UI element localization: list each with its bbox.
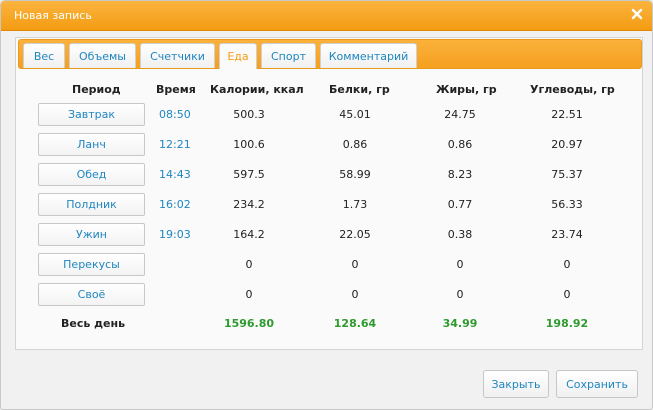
cell-carbs: 23.74 bbox=[551, 228, 583, 241]
tab-counters[interactable]: Счетчики bbox=[140, 43, 215, 68]
total-fats: 34.99 bbox=[442, 317, 478, 330]
tab-volumes[interactable]: Объемы bbox=[69, 43, 136, 68]
total-calories: 1596.80 bbox=[223, 317, 275, 330]
cell-calories: 164.2 bbox=[233, 228, 265, 241]
total-label: Весь день bbox=[61, 317, 126, 330]
cell-calories: 0 bbox=[245, 258, 253, 271]
tab-weight[interactable]: Вес bbox=[23, 43, 65, 68]
header-fats: Жиры, гр bbox=[436, 83, 497, 96]
save-button[interactable]: Сохранить bbox=[556, 370, 638, 398]
cell-proteins: 22.05 bbox=[339, 228, 371, 241]
cell-fats: 0.77 bbox=[447, 198, 473, 211]
cell-fats: 0.86 bbox=[447, 138, 473, 151]
meal-button[interactable]: Полдник bbox=[38, 193, 145, 216]
meal-time-link[interactable]: 14:43 bbox=[159, 168, 191, 181]
cell-fats: 8.23 bbox=[447, 168, 473, 181]
cell-carbs: 20.97 bbox=[551, 138, 583, 151]
new-entry-dialog: Новая запись Вес Объемы Счетчики Еда Спо… bbox=[0, 0, 653, 410]
header-carbs: Углеводы, гр bbox=[530, 83, 615, 96]
cell-proteins: 1.73 bbox=[342, 198, 368, 211]
cell-fats: 24.75 bbox=[444, 108, 476, 121]
meal-time-link[interactable]: 19:03 bbox=[159, 228, 191, 241]
cell-proteins: 58.99 bbox=[339, 168, 371, 181]
cell-carbs: 22.51 bbox=[551, 108, 583, 121]
dialog-title: Новая запись bbox=[14, 9, 92, 22]
cell-fats: 0 bbox=[456, 288, 464, 301]
header-calories: Калории, ккал bbox=[210, 83, 304, 96]
dialog-titlebar: Новая запись bbox=[1, 1, 652, 31]
tab-strip: Вес Объемы Счетчики Еда Спорт Комментари… bbox=[18, 39, 642, 69]
cell-calories: 234.2 bbox=[233, 198, 265, 211]
cell-proteins: 0 bbox=[351, 258, 359, 271]
cell-proteins: 45.01 bbox=[339, 108, 371, 121]
cell-calories: 597.5 bbox=[233, 168, 265, 181]
meal-time-link[interactable]: 12:21 bbox=[159, 138, 191, 151]
close-button[interactable]: Закрыть bbox=[483, 370, 549, 398]
header-period: Период bbox=[72, 83, 121, 96]
total-carbs: 198.92 bbox=[545, 317, 589, 330]
close-icon[interactable] bbox=[630, 7, 644, 21]
total-proteins: 128.64 bbox=[333, 317, 377, 330]
meal-button[interactable]: Ужин bbox=[38, 223, 145, 246]
cell-carbs: 0 bbox=[563, 288, 571, 301]
cell-calories: 500.3 bbox=[233, 108, 265, 121]
cell-fats: 0.38 bbox=[447, 228, 473, 241]
cell-fats: 0 bbox=[456, 258, 464, 271]
tab-food[interactable]: Еда bbox=[219, 43, 257, 69]
cell-carbs: 75.37 bbox=[551, 168, 583, 181]
meal-button[interactable]: Обед bbox=[38, 163, 145, 186]
cell-calories: 0 bbox=[245, 288, 253, 301]
cell-carbs: 56.33 bbox=[551, 198, 583, 211]
meal-time-link[interactable]: 16:02 bbox=[159, 198, 191, 211]
meal-button[interactable]: Завтрак bbox=[38, 103, 145, 126]
cell-proteins: 0.86 bbox=[342, 138, 368, 151]
header-time: Время bbox=[156, 83, 196, 96]
header-proteins: Белки, гр bbox=[329, 83, 390, 96]
meal-time-link[interactable]: 08:50 bbox=[159, 108, 191, 121]
tab-comment[interactable]: Комментарий bbox=[320, 43, 417, 68]
meal-button[interactable]: Своё bbox=[38, 283, 145, 306]
meal-button[interactable]: Перекусы bbox=[38, 253, 145, 276]
cell-carbs: 0 bbox=[563, 258, 571, 271]
cell-proteins: 0 bbox=[351, 288, 359, 301]
tab-sport[interactable]: Спорт bbox=[261, 43, 316, 68]
meal-button[interactable]: Ланч bbox=[38, 133, 145, 156]
cell-calories: 100.6 bbox=[233, 138, 265, 151]
